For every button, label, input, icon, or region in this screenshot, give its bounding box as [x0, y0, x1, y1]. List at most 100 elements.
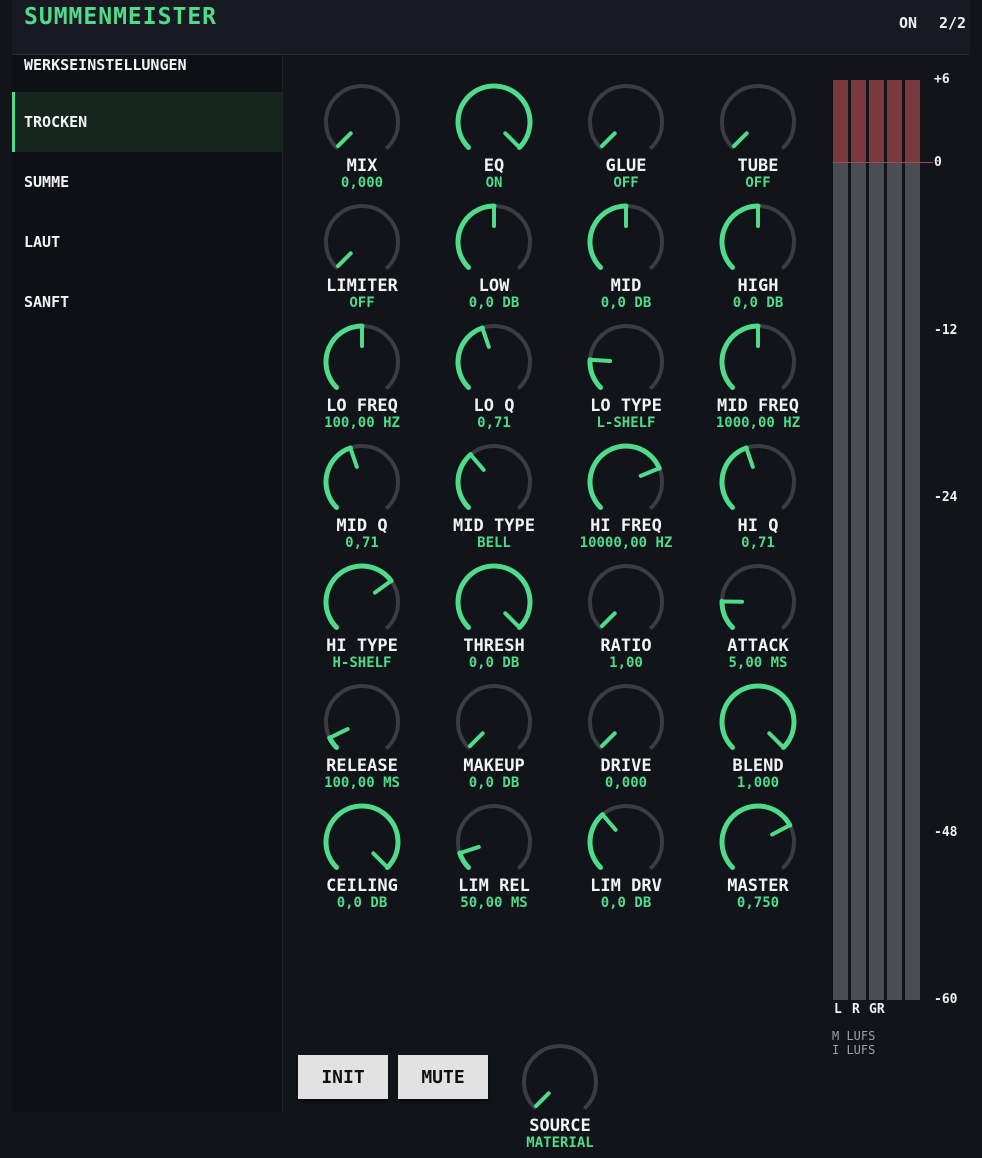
power-toggle[interactable]: ON: [899, 14, 917, 32]
knob-hi-freq[interactable]: HI FREQ10000,00 HZ: [561, 438, 691, 558]
knob-mid-freq[interactable]: MID FREQ1000,00 HZ: [693, 318, 823, 438]
knob-dial-master[interactable]: [714, 798, 802, 886]
knob-lo-type[interactable]: LO TYPEL-SHELF: [561, 318, 691, 438]
knob-glue[interactable]: GLUEOFF: [561, 78, 691, 198]
page-indicator[interactable]: 2/2: [939, 14, 966, 32]
preset-item-trocken[interactable]: TROCKEN: [12, 92, 282, 152]
knob-mid-q[interactable]: MID Q0,71: [297, 438, 427, 558]
meter-bar-gr-1: [869, 80, 884, 1000]
knob-value: 10000,00 HZ: [561, 535, 691, 551]
knob-dial-blend[interactable]: [714, 678, 802, 766]
knob-dial-hi-type[interactable]: [318, 558, 406, 646]
knob-dial-high[interactable]: [714, 198, 802, 286]
mute-button[interactable]: MUTE: [398, 1055, 488, 1099]
knob-value-arc: [590, 815, 603, 868]
knob-value-arc: [458, 566, 530, 627]
knob-blend[interactable]: BLEND1,000: [693, 678, 823, 798]
knob-makeup[interactable]: MAKEUP0,0 DB: [429, 678, 559, 798]
knob-dial-tube[interactable]: [714, 78, 802, 166]
knob-lo-q[interactable]: LO Q0,71: [429, 318, 559, 438]
knob-dial-ratio[interactable]: [582, 558, 670, 646]
knob-dial-lo-q[interactable]: [450, 318, 538, 406]
knob-dial-glue[interactable]: [582, 78, 670, 166]
knob-label: MID FREQ: [693, 396, 823, 416]
integrated-lufs-label: I LUFS: [832, 1044, 875, 1057]
preset-item-summe[interactable]: SUMME: [12, 152, 282, 212]
knob-dial-attack[interactable]: [714, 558, 802, 646]
knob-pointer: [375, 582, 390, 593]
knob-value: 100,00 MS: [297, 775, 427, 791]
knob-label: HI TYPE: [297, 636, 427, 656]
knob-pointer: [602, 133, 615, 146]
knob-drive[interactable]: DRIVE0,000: [561, 678, 691, 798]
knob-eq[interactable]: EQON: [429, 78, 559, 198]
knob-label: CEILING: [297, 876, 427, 896]
knob-label: MID Q: [297, 516, 427, 536]
knob-dial-hi-q[interactable]: [714, 438, 802, 526]
knob-value: MATERIAL: [495, 1135, 625, 1151]
knob-value: 0,000: [297, 175, 427, 191]
knob-tube[interactable]: TUBEOFF: [693, 78, 823, 198]
knob-value: 0,71: [429, 415, 559, 431]
init-button[interactable]: INIT: [298, 1055, 388, 1099]
knob-dial-limiter[interactable]: [318, 198, 406, 286]
knob-limiter[interactable]: LIMITEROFF: [297, 198, 427, 318]
knob-lim-drv[interactable]: LIM DRV0,0 DB: [561, 798, 691, 918]
knob-value: 0,0 DB: [693, 295, 823, 311]
knob-value: 0,0 DB: [561, 895, 691, 911]
knob-pointer: [472, 456, 484, 470]
knob-dial-mix[interactable]: [318, 78, 406, 166]
meter-scale-0: 0: [934, 155, 942, 170]
knob-attack[interactable]: ATTACK5,00 MS: [693, 558, 823, 678]
knob-lo-freq[interactable]: LO FREQ100,00 HZ: [297, 318, 427, 438]
knob-dial-lo-freq[interactable]: [318, 318, 406, 406]
knob-pointer: [772, 826, 788, 834]
knob-source[interactable]: SOURCEMATERIAL: [495, 1038, 625, 1158]
knob-value-arc: [590, 206, 626, 267]
knob-mix[interactable]: MIX0,000: [297, 78, 427, 198]
preset-item-laut[interactable]: LAUT: [12, 212, 282, 272]
knob-thresh[interactable]: THRESH0,0 DB: [429, 558, 559, 678]
knob-pointer: [602, 733, 615, 746]
knob-dial-eq[interactable]: [450, 78, 538, 166]
knob-dial-ceiling[interactable]: [318, 798, 406, 886]
knob-low[interactable]: LOW0,0 DB: [429, 198, 559, 318]
app-title: SUMMENMEISTER: [24, 4, 217, 30]
knob-high[interactable]: HIGH0,0 DB: [693, 198, 823, 318]
knob-ceiling[interactable]: CEILING0,0 DB: [297, 798, 427, 918]
knob-dial-release[interactable]: [318, 678, 406, 766]
knob-hi-q[interactable]: HI Q0,71: [693, 438, 823, 558]
knob-value: 1000,00 HZ: [693, 415, 823, 431]
knob-value-arc: [326, 566, 391, 627]
knob-lim-rel[interactable]: LIM REL50,00 MS: [429, 798, 559, 918]
knob-release[interactable]: RELEASE100,00 MS: [297, 678, 427, 798]
knob-value-arc: [330, 738, 337, 748]
knob-dial-low[interactable]: [450, 198, 538, 286]
knob-mid[interactable]: MID0,0 DB: [561, 198, 691, 318]
preset-item-sanft[interactable]: SANFT: [12, 272, 282, 332]
knob-dial-lim-rel[interactable]: [450, 798, 538, 886]
knob-dial-hi-freq[interactable]: [582, 438, 670, 526]
knob-hi-type[interactable]: HI TYPEH-SHELF: [297, 558, 427, 678]
knob-dial-mid-type[interactable]: [450, 438, 538, 526]
knob-label: MASTER: [693, 876, 823, 896]
knob-dial-lim-drv[interactable]: [582, 798, 670, 886]
knob-dial-makeup[interactable]: [450, 678, 538, 766]
preset-item-werkseinstellungen[interactable]: WERKSEINSTELLUNGEN: [12, 35, 282, 95]
meter-bar-r: [851, 80, 866, 1000]
knob-value: ON: [429, 175, 559, 191]
knob-label: BLEND: [693, 756, 823, 776]
knob-dial-thresh[interactable]: [450, 558, 538, 646]
knob-dial-mid-freq[interactable]: [714, 318, 802, 406]
knob-dial-drive[interactable]: [582, 678, 670, 766]
knob-mid-type[interactable]: MID TYPEBELL: [429, 438, 559, 558]
knob-ratio[interactable]: RATIO1,00: [561, 558, 691, 678]
knob-dial-source[interactable]: [516, 1038, 604, 1126]
knob-master[interactable]: MASTER0,750: [693, 798, 823, 918]
meter-scale-minus24: -24: [934, 490, 957, 505]
knob-dial-mid-q[interactable]: [318, 438, 406, 526]
knob-label: MIX: [297, 156, 427, 176]
knob-dial-lo-type[interactable]: [582, 318, 670, 406]
knob-value: 0,0 DB: [429, 655, 559, 671]
knob-dial-mid[interactable]: [582, 198, 670, 286]
